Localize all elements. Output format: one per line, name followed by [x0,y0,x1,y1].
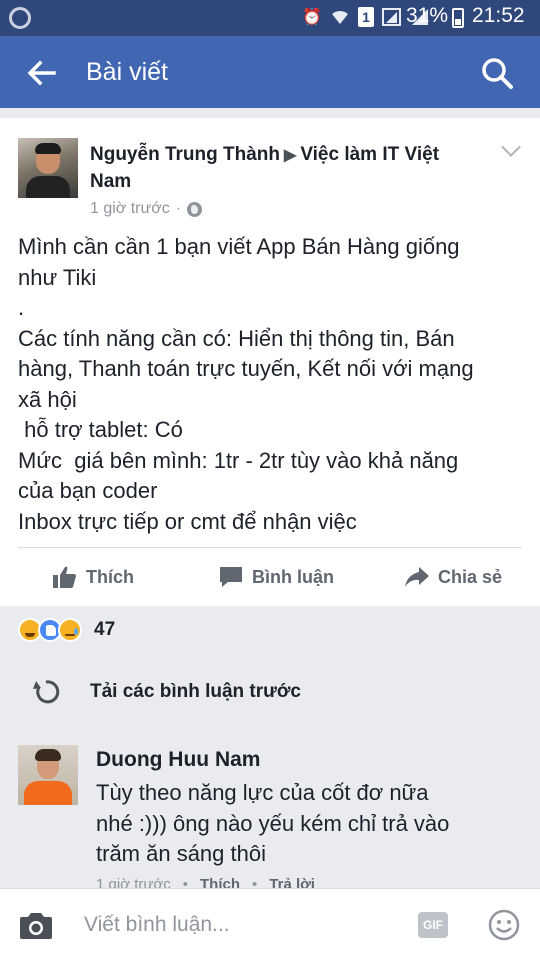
share-button[interactable]: Chia sẻ [404,564,502,590]
post-line: xã hội [18,386,77,412]
sticker-smiley-icon[interactable] [488,909,520,941]
author-name[interactable]: Nguyễn Trung Thành [90,144,280,165]
comment-input[interactable]: Viết bình luận... [84,913,230,937]
post-card: Nguyễn Trung Thành ▶ Việc làm IT Việt Nam … [0,118,540,606]
chevron-down-icon[interactable] [501,137,521,157]
arrow-right-icon: ▶ [284,147,297,164]
notification-circle-icon [9,7,31,29]
search-icon[interactable] [480,56,514,90]
arrow-left-icon[interactable] [24,56,58,90]
post-body: Mình cần cần 1 bạn viết App Bán Hàng giố… [18,232,528,537]
post-line: như Tiki [18,264,97,290]
share-arrow-icon [405,567,429,587]
signal-1-icon [382,6,402,28]
app-bar: Bài viết [0,36,540,108]
load-previous-comments[interactable]: Tải các bình luận trước [32,678,301,706]
divider [18,547,522,548]
comment-line: trăm ăn sáng thôi [96,841,266,866]
post-actions: Thích Bình luận Chia sẻ [0,550,540,604]
comment-icon [220,567,242,587]
globe-icon [187,201,203,217]
comment-composer: Viết bình luận... GIF [0,888,540,960]
post-line: của bạn coder [18,478,158,503]
post-meta: 1 giờ trước · [90,200,203,218]
post-line: hàng, Thanh toán trực tuyến, Kết nối với… [18,356,474,381]
author-avatar[interactable] [18,138,78,198]
gif-button[interactable]: GIF [418,912,448,938]
post-line: Mức giá bên mình: 1tr - 2tr tùy vào khả … [18,447,459,473]
comment-line: nhé :))) ông nào yếu kém chỉ trả vào [96,810,450,836]
wifi-icon [330,6,350,28]
post-line: hỗ trợ tablet: Có [18,417,183,442]
sim-icon: 1 [358,7,374,27]
reaction-count: 47 [94,619,116,640]
status-bar: ⏰ 1 31% 21:52 [0,0,540,36]
comment-label: Bình luận [252,566,334,587]
post-line: . [18,295,25,320]
reactions-summary[interactable]: 47 [18,618,115,642]
post-line: Mình cần cần 1 bạn viết App Bán Hàng giố… [18,234,460,259]
thumbs-up-icon [53,566,76,588]
post-line: Các tính năng cần có: Hiển thị thông tin… [18,325,455,351]
sad-reaction-icon [58,618,82,642]
commenter-name[interactable]: Duong Huu Nam [96,748,260,772]
comment-button[interactable]: Bình luận [218,564,334,590]
battery-icon [452,8,464,28]
like-label: Thích [86,566,134,587]
post-line: Inbox trực tiếp or cmt để nhận việc [18,508,357,534]
clock: 21:52 [472,4,525,27]
alarm-icon: ⏰ [302,9,322,26]
commenter-avatar[interactable] [18,745,78,805]
like-button[interactable]: Thích [52,564,134,590]
post-time[interactable]: 1 giờ trước [90,200,170,218]
page-title: Bài viết [86,58,168,86]
battery-percent: 31% [406,4,449,27]
load-previous-label: Tải các bình luận trước [90,681,301,702]
camera-icon[interactable] [18,911,54,941]
post-header: Nguyễn Trung Thành ▶ Việc làm IT Việt Nam [90,142,470,195]
comment-line: Tùy theo năng lực của cốt đơ nữa [96,780,429,805]
comment-body: Tùy theo năng lực của cốt đơ nữa nhé :))… [96,778,516,870]
share-label: Chia sẻ [438,566,503,587]
refresh-icon [33,680,60,704]
